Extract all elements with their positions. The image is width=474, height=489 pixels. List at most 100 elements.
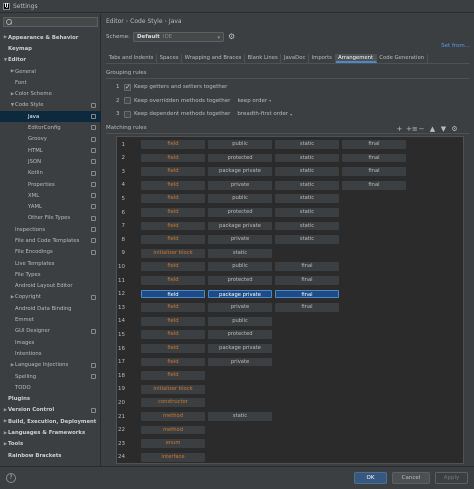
rule-kind[interactable]: enum <box>141 439 205 449</box>
grouping-checkbox[interactable] <box>124 110 131 118</box>
order-dropdown[interactable]: breadth-first order ▾ <box>234 111 295 117</box>
sidebar-item-json[interactable]: JSON <box>0 156 101 167</box>
sidebar-item-images[interactable]: Images <box>0 337 101 348</box>
tab-javadoc[interactable]: JavaDoc <box>281 54 309 63</box>
rule-modifier[interactable]: protected <box>208 208 272 217</box>
rule-kind[interactable]: field <box>141 316 205 326</box>
tab-wrapping-and-braces[interactable]: Wrapping and Braces <box>182 54 245 63</box>
sidebar-item-android-layout-editor[interactable]: Android Layout Editor <box>0 281 101 292</box>
rule-modifier[interactable]: protected <box>208 153 272 163</box>
rule-modifier[interactable]: final <box>275 262 339 272</box>
rule-modifier[interactable]: protected <box>208 330 272 340</box>
sidebar-item-general[interactable]: ▶ General <box>0 66 101 77</box>
sidebar-item-build-execution-deployment[interactable]: ▶ Build, Execution, Deployment <box>0 416 101 427</box>
rule-kind[interactable]: field <box>141 276 205 285</box>
sidebar-item-editorconfig[interactable]: EditorConfig <box>0 122 101 133</box>
rule-kind[interactable]: field <box>141 371 205 381</box>
sidebar-item-yaml[interactable]: YAML <box>0 201 101 212</box>
rule-kind[interactable]: field <box>141 289 205 299</box>
grouping-checkbox[interactable] <box>124 83 131 91</box>
sidebar-item-kotlin[interactable]: Kotlin <box>0 168 101 179</box>
tab-imports[interactable]: Imports <box>309 54 336 63</box>
move-up-icon[interactable]: ▲ <box>428 125 437 134</box>
matching-rule-row[interactable]: 24 interface <box>117 452 465 463</box>
rule-modifier[interactable]: final <box>342 167 406 177</box>
rule-modifier[interactable]: private <box>208 357 272 367</box>
sidebar-item-color-scheme[interactable]: ▶ Color Scheme <box>0 88 101 99</box>
grouping-checkbox[interactable] <box>124 97 131 104</box>
rule-kind[interactable]: field <box>141 262 205 272</box>
rule-kind[interactable]: method <box>141 425 205 435</box>
sidebar-item-todo[interactable]: TODO <box>0 382 101 393</box>
order-dropdown[interactable]: keep order ▾ <box>234 98 274 104</box>
sidebar-item-copyright[interactable]: ▶ Copyright <box>0 292 101 303</box>
matching-rule-row[interactable]: 15 field protected <box>117 329 465 340</box>
sidebar-item-file-and-code-templates[interactable]: File and Code Templates <box>0 235 101 246</box>
matching-rule-row[interactable]: 17 field private <box>117 357 465 368</box>
matching-rule-row[interactable]: 19 initializer block <box>117 384 465 395</box>
rule-modifier[interactable]: final <box>275 289 339 299</box>
matching-rule-row[interactable]: 22 method <box>117 425 465 436</box>
rule-modifier[interactable]: final <box>275 276 339 285</box>
rule-modifier[interactable]: final <box>275 303 339 313</box>
matching-rule-row[interactable]: 3 field package private static final <box>117 166 465 177</box>
rule-modifier[interactable]: static <box>275 140 339 149</box>
rule-kind[interactable]: field <box>141 330 205 340</box>
rule-kind[interactable]: field <box>141 235 205 245</box>
sidebar-item-editor[interactable]: ▼ Editor <box>0 55 101 66</box>
rule-modifier[interactable]: static <box>275 180 339 190</box>
rule-modifier[interactable]: public <box>208 316 272 326</box>
rule-kind[interactable]: initializer block <box>141 384 205 394</box>
rule-modifier[interactable]: public <box>208 140 272 149</box>
rule-modifier[interactable]: public <box>208 194 272 204</box>
sidebar-item-emmet[interactable]: Emmet <box>0 314 101 325</box>
sidebar-item-html[interactable]: HTML <box>0 145 101 156</box>
matching-rule-row[interactable]: 4 field private static final <box>117 180 465 191</box>
matching-rule-row[interactable]: 6 field protected static <box>117 207 465 218</box>
rule-kind[interactable]: field <box>141 153 205 163</box>
rule-kind[interactable]: interface <box>141 452 205 462</box>
sidebar-item-gui-designer[interactable]: GUI Designer <box>0 326 101 337</box>
sidebar-item-groovy[interactable]: Groovy <box>0 134 101 145</box>
matching-rule-row[interactable]: 10 field public final <box>117 261 465 272</box>
matching-rule-row[interactable]: 14 field public <box>117 316 465 327</box>
rule-modifier[interactable]: final <box>342 180 406 190</box>
rule-modifier[interactable]: static <box>275 208 339 217</box>
tab-tabs-and-indents[interactable]: Tabs and Indents <box>106 54 157 63</box>
matching-rule-row[interactable]: 8 field private static <box>117 234 465 245</box>
rule-kind[interactable]: field <box>141 167 205 177</box>
sidebar-item-file-encodings[interactable]: File Encodings <box>0 247 101 258</box>
sidebar-item-inspections[interactable]: Inspections <box>0 224 101 235</box>
rule-kind[interactable]: field <box>141 180 205 190</box>
sidebar-item-xml[interactable]: XML <box>0 190 101 201</box>
add-section-icon[interactable]: +≡ <box>406 125 418 134</box>
rule-kind[interactable]: constructor <box>141 398 205 408</box>
sidebar-item-intentions[interactable]: Intentions <box>0 348 101 359</box>
rule-modifier[interactable]: package private <box>208 344 272 353</box>
sidebar-item-tools[interactable]: ▶ Tools <box>0 439 101 450</box>
settings-icon[interactable]: ⚙ <box>450 125 459 134</box>
matching-rule-row[interactable]: 1 field public static final <box>117 139 465 150</box>
cancel-button[interactable]: Cancel <box>392 472 430 484</box>
rule-kind[interactable]: field <box>141 140 205 149</box>
sidebar-item-other-file-types[interactable]: Other File Types <box>0 213 101 224</box>
matching-rule-row[interactable]: 16 field package private <box>117 343 465 354</box>
rule-modifier[interactable]: protected <box>208 276 272 285</box>
matching-rule-row[interactable]: 20 constructor <box>117 397 465 408</box>
set-from-link[interactable]: Set from... <box>441 43 470 49</box>
matching-rule-row[interactable]: 5 field public static <box>117 193 465 204</box>
move-down-icon[interactable]: ▼ <box>439 125 448 134</box>
rule-modifier[interactable]: static <box>275 153 339 163</box>
add-rule-icon[interactable]: + <box>395 125 404 134</box>
rule-modifier[interactable]: static <box>275 167 339 177</box>
rule-modifier[interactable]: static <box>275 235 339 245</box>
rule-kind[interactable]: field <box>141 344 205 353</box>
matching-rule-row[interactable]: 12 field package private final <box>117 289 465 300</box>
rule-kind[interactable]: field <box>141 221 205 231</box>
sidebar-item-font[interactable]: Font <box>0 77 101 88</box>
ok-button[interactable]: OK <box>354 472 387 484</box>
rule-kind[interactable]: field <box>141 303 205 313</box>
tab-code-generation[interactable]: Code Generation <box>377 54 428 63</box>
rule-modifier[interactable]: private <box>208 235 272 245</box>
rule-modifier[interactable]: public <box>208 262 272 272</box>
